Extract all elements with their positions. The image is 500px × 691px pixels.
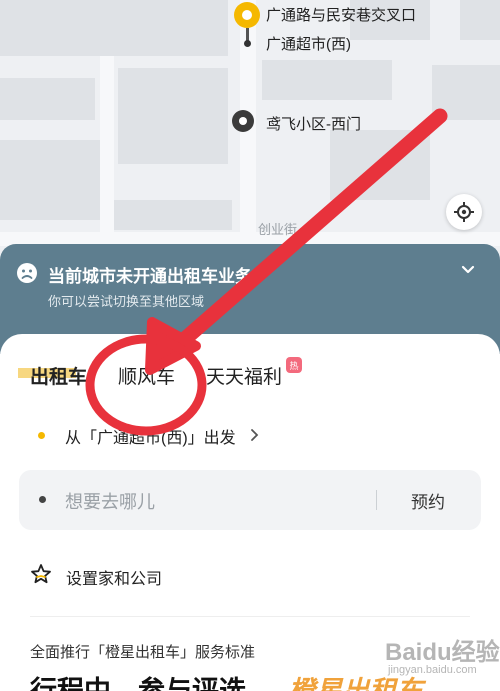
set-home-company-label: 设置家和公司 (66, 571, 163, 588)
notice-subtitle: 你可以尝试切换至其他区域 (48, 294, 205, 309)
divider (376, 490, 377, 510)
destination-dot-icon (39, 496, 46, 503)
chevron-down-icon[interactable] (460, 264, 476, 276)
destination-input[interactable]: 想要去哪儿 (65, 488, 155, 514)
watermark-logo: Baidu经验 (385, 639, 500, 666)
map-poi-label-1: 广通路与民安巷交叉口 (266, 7, 417, 24)
destination-search-box[interactable]: 想要去哪儿 预约 (19, 470, 481, 530)
star-icon (31, 564, 51, 584)
sad-face-icon (17, 263, 37, 283)
pickup-dot (244, 40, 251, 47)
poi-marker-icon[interactable] (232, 110, 254, 132)
hot-badge: 热 (286, 357, 302, 373)
pickup-text: 从「广通超市(西)」出发 (65, 430, 236, 447)
watermark-url: jingyan.baidu.com (388, 664, 477, 676)
pickup-row[interactable]: 从「广通超市(西)」出发 (34, 424, 334, 447)
notice-title: 当前城市未开通出租车业务 (48, 267, 252, 286)
reserve-button[interactable]: 预约 (411, 488, 445, 513)
map-poi-label-3[interactable]: 鸢飞小区-西门 (266, 113, 361, 134)
locate-button[interactable] (446, 194, 482, 230)
set-home-company-row[interactable]: 设置家和公司 (30, 563, 330, 588)
crosshair-icon (454, 202, 474, 222)
tab-carpool[interactable]: 顺风车 (118, 362, 175, 389)
promo-title: 行程中，参与评选 (30, 676, 246, 691)
promo-line: 全面推行「橙星出租车」服务标准 (30, 644, 256, 661)
map-poi-label-2[interactable]: 广通超市(西) (266, 33, 351, 54)
location-pin-icon[interactable] (234, 2, 260, 28)
tab-taxi[interactable]: 出租车 (30, 362, 87, 389)
chevron-right-icon (251, 429, 259, 441)
street-label: 创业街 (258, 222, 298, 237)
pickup-dot-icon (38, 432, 45, 439)
tab-daily-welfare[interactable]: 天天福利 (206, 362, 282, 389)
section-divider (30, 616, 470, 617)
